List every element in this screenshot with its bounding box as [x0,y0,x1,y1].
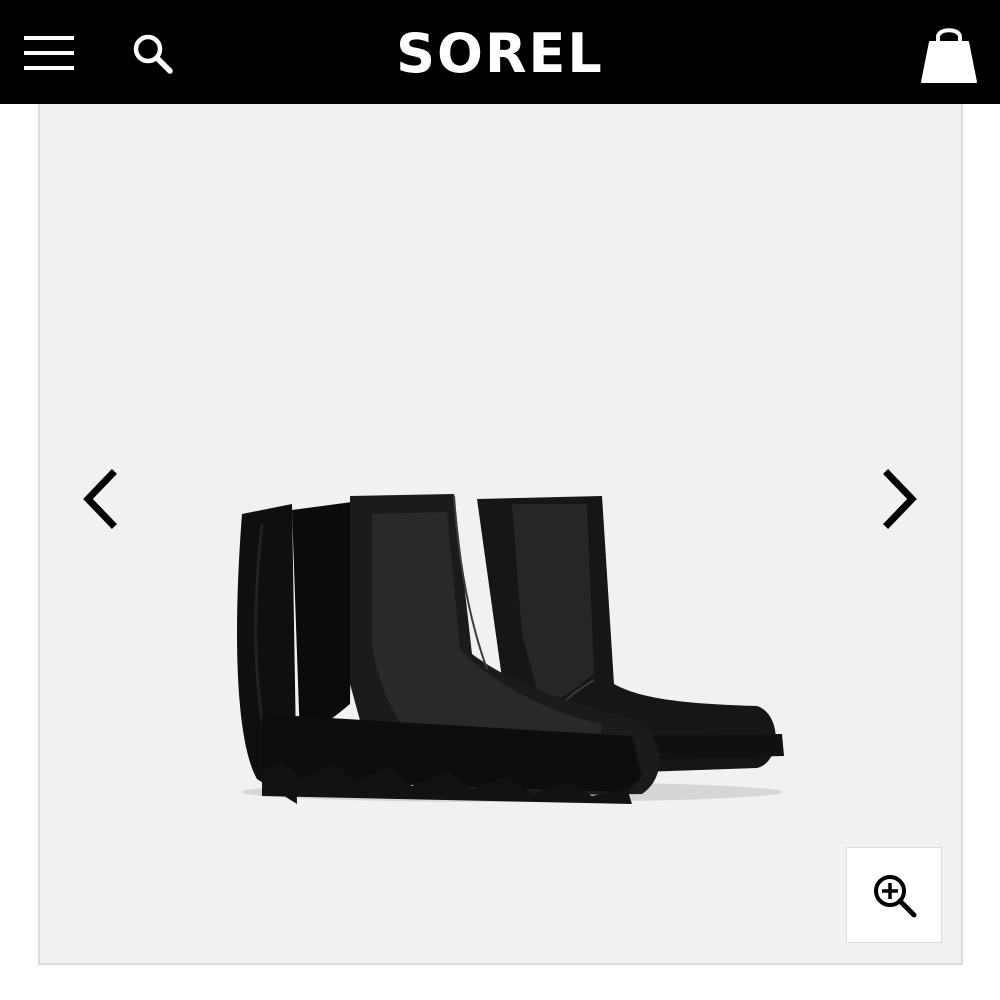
chevron-right-icon [883,469,917,529]
menu-bar [24,51,74,55]
shopping-bag-icon [921,28,977,83]
menu-button[interactable] [22,34,76,72]
product-image[interactable] [222,384,792,814]
product-image-gallery [38,104,963,965]
zoom-in-icon [874,875,917,918]
top-navigation-bar: SOREL [0,0,1000,104]
cart-button[interactable] [914,22,984,86]
previous-image-button[interactable] [78,464,128,534]
search-icon [133,34,173,74]
menu-bar [24,66,74,70]
next-image-button[interactable] [874,464,924,534]
menu-bar [24,36,74,40]
brand-logo[interactable]: SOREL [360,24,640,84]
search-button[interactable] [128,30,178,80]
chevron-left-icon [83,469,117,529]
zoom-button[interactable] [846,847,942,943]
